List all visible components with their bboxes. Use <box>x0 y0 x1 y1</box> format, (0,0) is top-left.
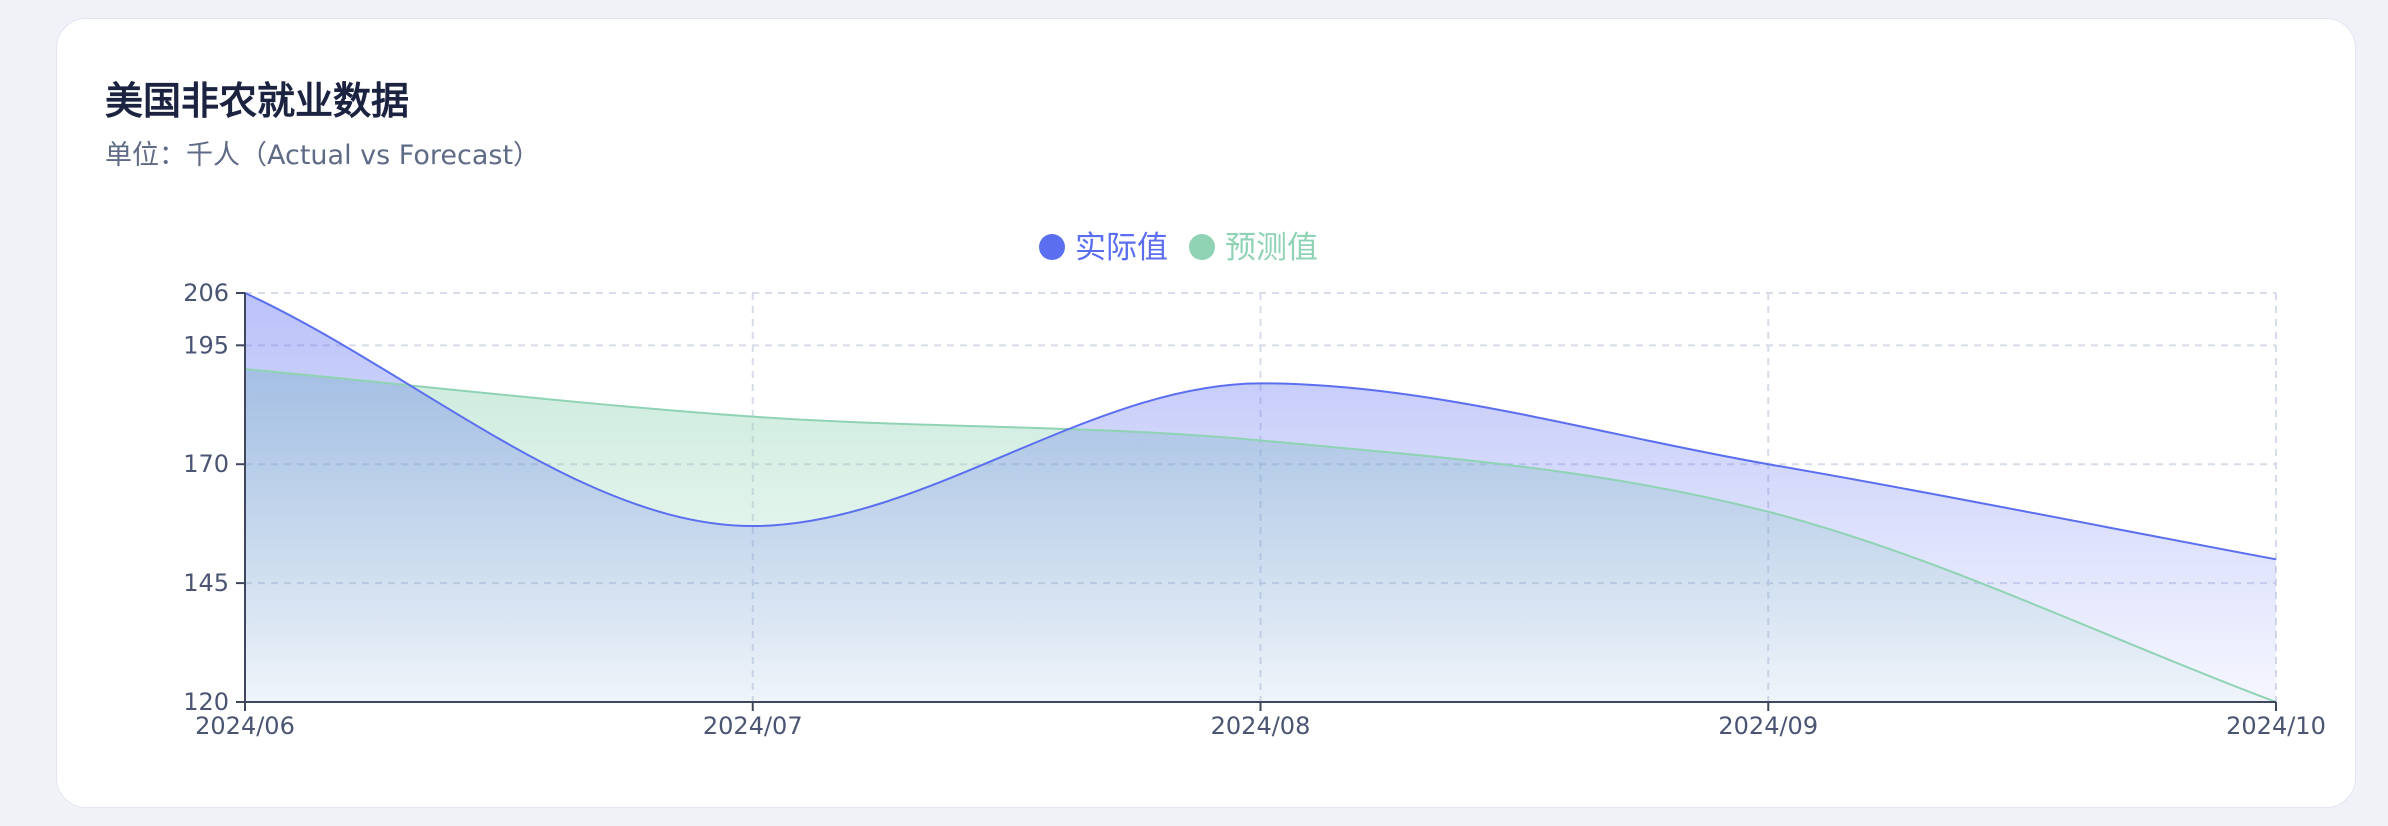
legend-label-1: 实际值 <box>1075 230 1168 266</box>
legend-label-2: 预测值 <box>1225 230 1318 266</box>
y-tick-label: 170 <box>183 450 229 478</box>
legend-marker-1 <box>1039 234 1065 260</box>
legend: 实际值 预测值 <box>1039 230 1318 266</box>
y-tick-label: 195 <box>183 331 229 359</box>
area-chart: 实际值 预测值 120145170195206 2024/06 2024/07 202… <box>183 230 2326 740</box>
legend-marker-2 <box>1189 234 1215 260</box>
x-tick-label: 2024/06 <box>195 712 295 740</box>
series-areas <box>245 293 2276 702</box>
y-tick-label: 206 <box>183 279 229 307</box>
x-tick-label: 2024/07 <box>703 712 803 740</box>
area-series-1 <box>245 293 2276 702</box>
y-tick-label: 145 <box>183 569 229 597</box>
x-tick-label: 2024/08 <box>1211 712 1311 740</box>
x-tick-label: 2024/09 <box>1718 712 1818 740</box>
x-tick-labels: 2024/06 2024/07 2024/08 2024/09 2024/10 <box>195 712 2326 740</box>
y-tick-labels: 120145170195206 <box>183 279 229 716</box>
x-tick-label: 2024/10 <box>2226 712 2326 740</box>
